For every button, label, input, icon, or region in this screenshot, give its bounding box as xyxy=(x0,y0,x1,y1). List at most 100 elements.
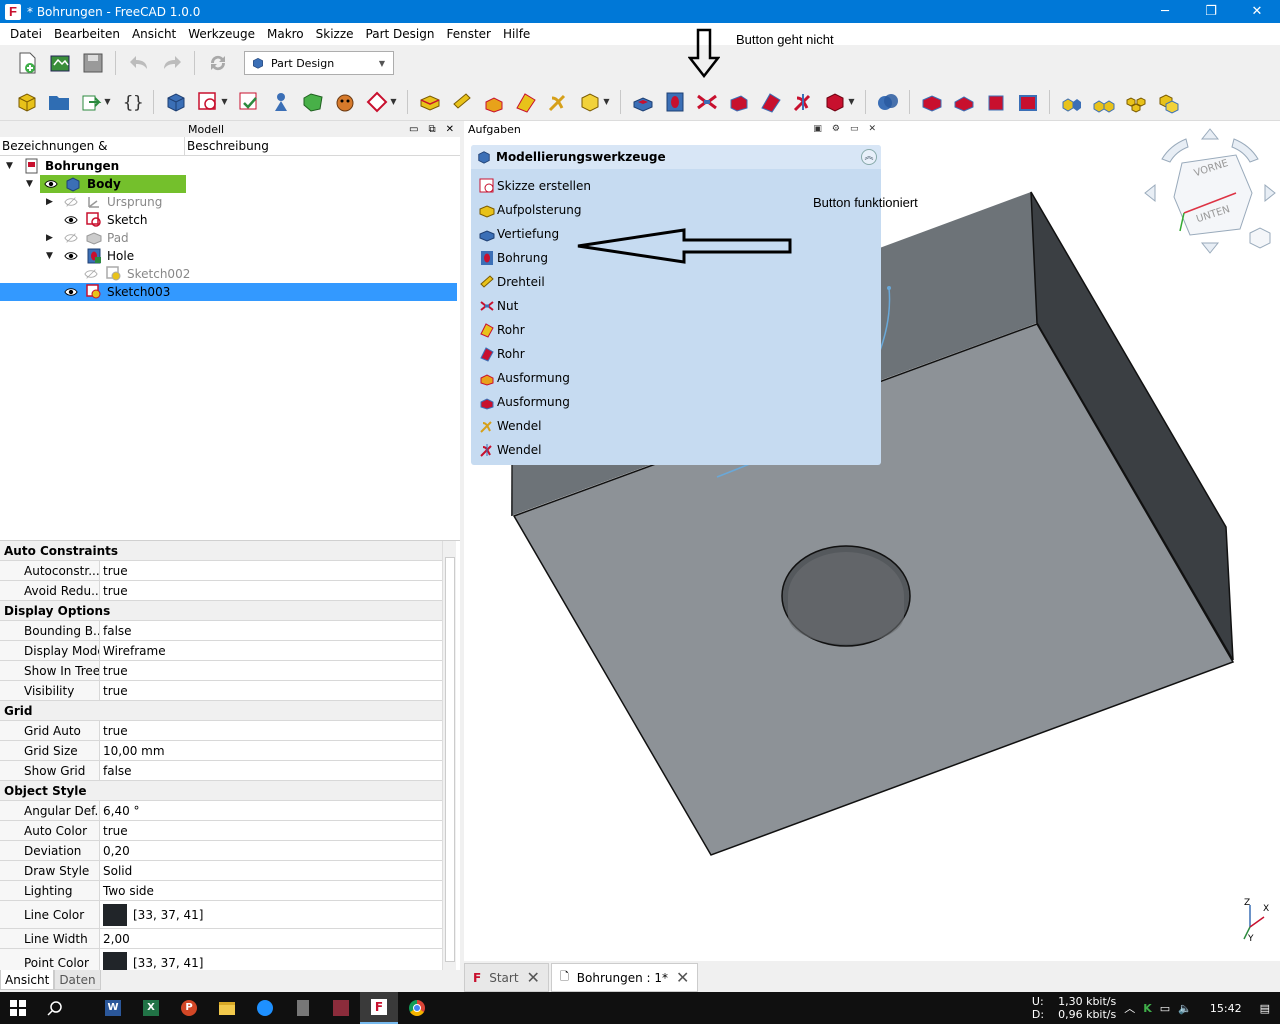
pad-button[interactable] xyxy=(415,87,444,116)
save-button[interactable] xyxy=(78,49,107,78)
part-button[interactable] xyxy=(12,87,41,116)
volume-muted-icon[interactable]: 🔈 xyxy=(1178,1002,1192,1015)
archive-app-icon[interactable] xyxy=(322,992,360,1024)
panel-close-icon[interactable]: ✕ xyxy=(868,124,876,134)
polar-pattern-button[interactable] xyxy=(1121,87,1150,116)
property-row[interactable]: Deviation 0,20 xyxy=(0,841,442,861)
validate-sketch-button[interactable] xyxy=(234,87,263,116)
browser-app-icon[interactable] xyxy=(246,992,284,1024)
property-group[interactable]: Grid xyxy=(0,701,442,721)
group-button[interactable] xyxy=(44,87,73,116)
link-button[interactable]: ▼ xyxy=(76,87,114,116)
subtractive-loft-button[interactable] xyxy=(724,87,753,116)
collapse-up-icon[interactable]: ︽ xyxy=(861,149,877,165)
task-pocket[interactable]: Vertiefung xyxy=(479,225,559,243)
menu-bearbeiten[interactable]: Bearbeiten xyxy=(48,27,126,41)
hole-button[interactable] xyxy=(660,87,689,116)
property-row[interactable]: Lighting Two side xyxy=(0,881,442,901)
draft-button[interactable] xyxy=(981,87,1010,116)
menu-part-design[interactable]: Part Design xyxy=(360,27,441,41)
task-additive-loft[interactable]: Ausformung xyxy=(479,369,570,387)
variable-set-button[interactable]: {} xyxy=(117,87,146,116)
clone-button[interactable]: ▼ xyxy=(362,87,400,116)
task-subtractive-loft[interactable]: Ausformung xyxy=(479,393,570,411)
task-pad[interactable]: Aufpolsterung xyxy=(479,201,581,219)
tree-item-hole[interactable]: ▼ Hole xyxy=(0,247,457,265)
chevron-up-icon[interactable]: ︿ xyxy=(1124,1000,1135,1016)
tree-col-labels[interactable]: Bezeichnungen & Eigenschaften xyxy=(0,137,185,172)
maximize-button[interactable]: ❐ xyxy=(1188,0,1234,23)
task-additive-helix[interactable]: Wendel xyxy=(479,417,541,435)
tree-item-sketch003[interactable]: Sketch003 xyxy=(0,283,457,301)
tab-daten[interactable]: Daten xyxy=(54,970,101,990)
navigation-cube[interactable]: VORNE UNTEN xyxy=(1140,121,1280,261)
panel-restore-icon[interactable]: ▭ xyxy=(850,124,859,134)
property-row[interactable]: Grid Size 10,00 mm xyxy=(0,741,442,761)
property-row[interactable]: Visibility true xyxy=(0,681,442,701)
eye-icon[interactable] xyxy=(44,177,58,191)
menu-werkzeuge[interactable]: Werkzeuge xyxy=(182,27,261,41)
point-color-swatch[interactable] xyxy=(103,951,127,970)
property-row[interactable]: Auto Color true xyxy=(0,821,442,841)
menu-hilfe[interactable]: Hilfe xyxy=(497,27,536,41)
collapse-arrow-icon[interactable]: ▼ xyxy=(26,179,33,189)
property-row[interactable]: Draw Style Solid xyxy=(0,861,442,881)
property-row[interactable]: Bounding B... false xyxy=(0,621,442,641)
eye-hidden-icon[interactable] xyxy=(64,231,78,245)
minimize-button[interactable]: ─ xyxy=(1142,0,1188,23)
panel-restore-icon[interactable]: ▭ xyxy=(409,124,418,135)
panel-close-icon[interactable]: ✕ xyxy=(446,124,454,135)
excel-app-icon[interactable]: X xyxy=(132,992,170,1024)
panel-options-icon[interactable]: ▣ xyxy=(813,124,822,134)
eye-hidden-icon[interactable] xyxy=(64,195,78,209)
property-row[interactable]: Line Width 2,00 xyxy=(0,929,442,949)
thickness-button[interactable] xyxy=(1013,87,1042,116)
groove-button[interactable] xyxy=(692,87,721,116)
boolean-button[interactable] xyxy=(873,87,902,116)
property-row[interactable]: Display Mode Wireframe xyxy=(0,641,442,661)
network-icon[interactable]: ▭ xyxy=(1160,1002,1170,1015)
task-create-sketch[interactable]: Skizze erstellen xyxy=(479,177,591,195)
tree-item-bohrungen[interactable]: ▼ Bohrungen xyxy=(0,157,457,175)
panel-settings-icon[interactable]: ⚙ xyxy=(832,124,840,134)
tree-item-ursprung[interactable]: ▶ Ursprung xyxy=(0,193,457,211)
mirrored-button[interactable] xyxy=(1057,87,1086,116)
subtractive-pipe-button[interactable] xyxy=(756,87,785,116)
close-tab-icon[interactable]: ✕ xyxy=(676,968,689,987)
datum-point-button[interactable] xyxy=(266,87,295,116)
tree-item-sketch002[interactable]: Sketch002 xyxy=(0,265,457,283)
file-explorer-icon[interactable] xyxy=(208,992,246,1024)
property-row[interactable]: Avoid Redu... true xyxy=(0,581,442,601)
additive-loft-button[interactable] xyxy=(479,87,508,116)
task-hole[interactable]: Bohrung xyxy=(479,249,548,267)
new-file-button[interactable] xyxy=(12,49,41,78)
property-group[interactable]: Display Options xyxy=(0,601,442,621)
menu-datei[interactable]: Datei xyxy=(4,27,48,41)
tab-ansicht[interactable]: Ansicht xyxy=(0,970,55,990)
task-subtractive-pipe[interactable]: Rohr xyxy=(479,345,525,363)
eye-icon[interactable] xyxy=(64,213,78,227)
tree-col-description[interactable]: Beschreibung xyxy=(185,137,460,156)
tree-item-body[interactable]: ▼ Body xyxy=(0,175,457,193)
property-row[interactable]: Point Color [33, 37, 41] xyxy=(0,949,442,970)
property-row[interactable]: Show Grid false xyxy=(0,761,442,781)
open-file-button[interactable] xyxy=(45,49,74,78)
menu-fenster[interactable]: Fenster xyxy=(440,27,497,41)
menu-makro[interactable]: Makro xyxy=(261,27,310,41)
nav-arrow-right-icon[interactable] xyxy=(1264,183,1276,203)
calculator-app-icon[interactable] xyxy=(284,992,322,1024)
property-row[interactable]: Angular Def... 6,40 ° xyxy=(0,801,442,821)
search-icon[interactable] xyxy=(36,992,74,1024)
pocket-button[interactable] xyxy=(628,87,657,116)
panel-float-icon[interactable]: ⧉ xyxy=(428,124,435,135)
additive-pipe-button[interactable] xyxy=(511,87,540,116)
task-subtractive-helix[interactable]: Wendel xyxy=(479,441,541,459)
shape-binder-button[interactable] xyxy=(298,87,327,116)
revolution-button[interactable] xyxy=(447,87,476,116)
clock[interactable]: 15:42 xyxy=(1210,1002,1242,1015)
menu-ansicht[interactable]: Ansicht xyxy=(126,27,182,41)
word-app-icon[interactable]: W xyxy=(94,992,132,1024)
collapse-arrow-icon[interactable]: ▼ xyxy=(46,251,53,261)
create-body-button[interactable] xyxy=(161,87,190,116)
nav-arrow-left-icon[interactable] xyxy=(1144,183,1156,203)
